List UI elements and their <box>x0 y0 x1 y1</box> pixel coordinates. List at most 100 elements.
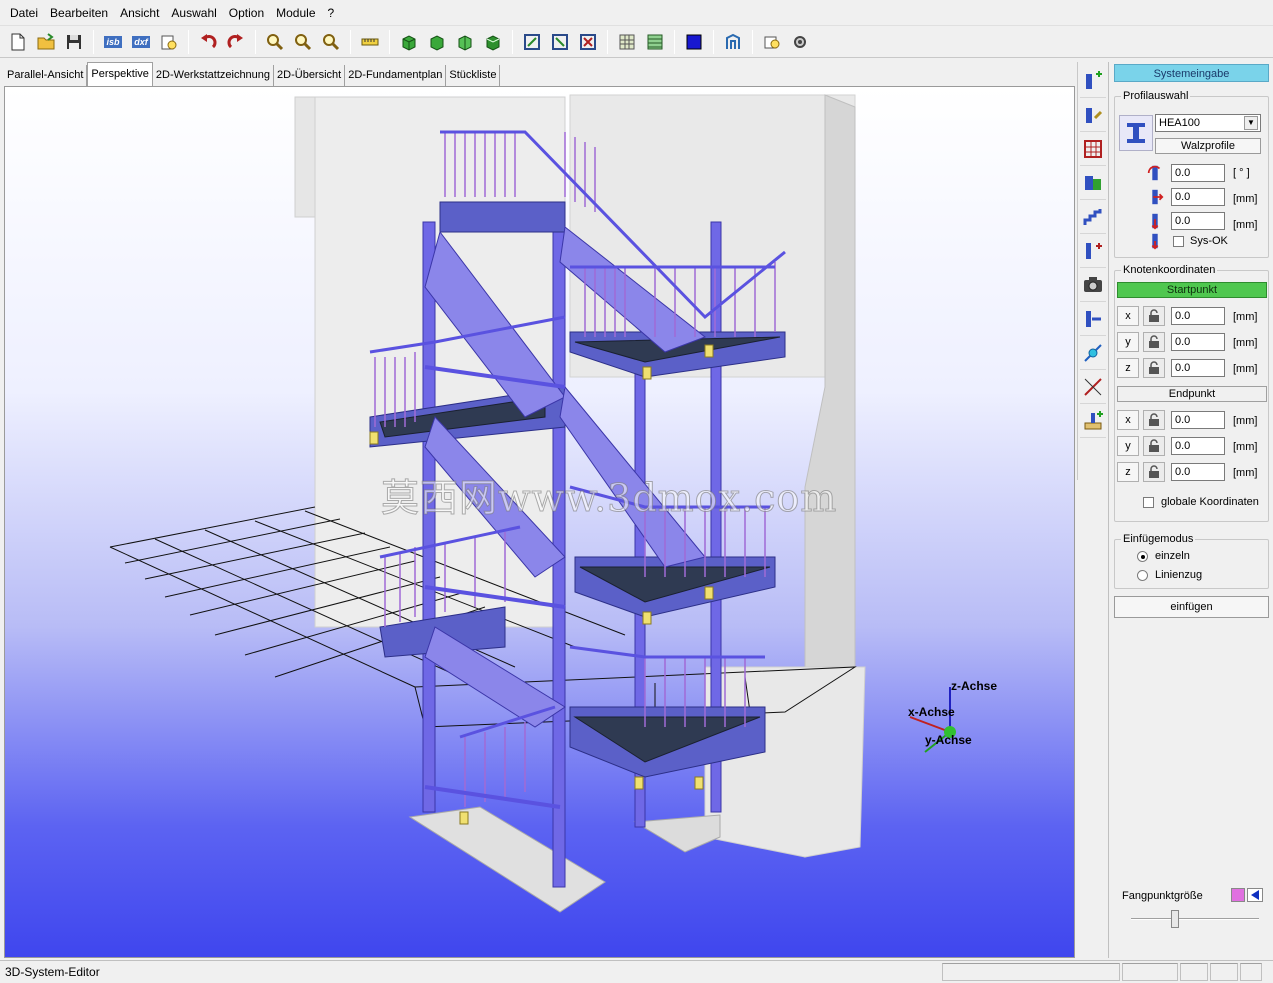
end-z-field[interactable]: 0.0 <box>1171 463 1225 481</box>
measure-button[interactable] <box>358 30 382 54</box>
open-file-button[interactable] <box>34 30 58 54</box>
grid-frame-button[interactable] <box>1079 132 1106 166</box>
lock-icon <box>1149 465 1159 478</box>
start-x-lock-button[interactable] <box>1143 306 1165 326</box>
global-coords-checkbox[interactable] <box>1143 497 1154 508</box>
insert-button[interactable]: einfügen <box>1114 596 1269 618</box>
startpoint-header[interactable]: Startpunkt <box>1117 282 1267 298</box>
view-side-button[interactable] <box>453 30 477 54</box>
new-file-button[interactable] <box>6 30 30 54</box>
chevron-down-icon[interactable]: ▼ <box>1244 116 1258 130</box>
start-z-field[interactable]: 0.0 <box>1171 359 1225 377</box>
add-column-button[interactable] <box>1079 234 1106 268</box>
select-frame-button[interactable] <box>520 30 544 54</box>
undo-button[interactable] <box>196 30 220 54</box>
insert-mode-chain-radio[interactable] <box>1137 570 1148 581</box>
grid-button[interactable] <box>615 30 639 54</box>
table-button[interactable] <box>643 30 667 54</box>
toolbar-separator <box>674 29 675 54</box>
tab-stueckliste[interactable]: Stückliste <box>446 65 501 86</box>
menu-datei[interactable]: Datei <box>4 0 44 26</box>
endpoint-header[interactable]: Endpunkt <box>1117 386 1267 402</box>
offset-z-field[interactable]: 0.0 <box>1171 212 1225 230</box>
camera-button[interactable] <box>1079 268 1106 302</box>
table-icon <box>647 34 663 49</box>
tab-2d-fundamentplan[interactable]: 2D-Fundamentplan <box>345 65 447 86</box>
insert-mode-single-radio[interactable] <box>1137 551 1148 562</box>
redo-button[interactable] <box>224 30 248 54</box>
status-text: 3D-System-Editor <box>5 965 100 979</box>
view-top-button[interactable] <box>481 30 505 54</box>
add-beam-button[interactable] <box>1079 64 1106 98</box>
align-button[interactable] <box>1079 302 1106 336</box>
start-x-unit: [mm] <box>1233 311 1258 323</box>
panel-header: Systemeingabe <box>1114 64 1269 82</box>
menu-option[interactable]: Option <box>223 0 270 26</box>
snap-color-button[interactable] <box>1247 888 1263 902</box>
structure-button[interactable] <box>721 30 745 54</box>
z-axis-label: z-Achse <box>951 679 998 693</box>
sys-ok-checkbox[interactable] <box>1173 236 1184 247</box>
profile-select-value: HEA100 <box>1159 117 1200 129</box>
offset-y-field[interactable]: 0.0 <box>1171 188 1225 206</box>
end-y-lock-button[interactable] <box>1143 436 1165 456</box>
start-y-axis: y <box>1117 332 1139 352</box>
menu-help[interactable]: ? <box>322 0 341 26</box>
zoom-fit-button[interactable] <box>319 30 343 54</box>
view-front-button[interactable] <box>425 30 449 54</box>
zoom-in-button[interactable] <box>263 30 287 54</box>
end-x-lock-button[interactable] <box>1143 410 1165 430</box>
end-x-field[interactable]: 0.0 <box>1171 411 1225 429</box>
zoom-out-button[interactable] <box>291 30 315 54</box>
print-preview-button[interactable] <box>157 30 181 54</box>
walzprofile-button[interactable]: Walzprofile <box>1155 138 1261 154</box>
snap-size-slider-thumb[interactable] <box>1170 910 1179 928</box>
tab-2d-werkstattzeichnung[interactable]: 2D-Werkstattzeichnung <box>152 65 275 86</box>
end-z-unit: [mm] <box>1233 467 1258 479</box>
menu-module[interactable]: Module <box>270 0 321 26</box>
toolbar-separator <box>188 29 189 54</box>
menu-auswahl[interactable]: Auswahl <box>165 0 222 26</box>
snap-node-icon <box>1083 343 1102 362</box>
grid-icon <box>619 34 635 49</box>
sys-ok-label: Sys-OK <box>1190 235 1228 247</box>
insert-mode-group: Einfügemodus <box>1114 533 1269 589</box>
stairs-button[interactable] <box>1079 200 1106 234</box>
foundation-button[interactable] <box>1079 404 1106 438</box>
start-y-field[interactable]: 0.0 <box>1171 333 1225 351</box>
cut-member-button[interactable] <box>1079 370 1106 404</box>
view-iso-button[interactable] <box>397 30 421 54</box>
snap-color-swatch[interactable] <box>1231 888 1245 902</box>
menu-bearbeiten[interactable]: Bearbeiten <box>44 0 114 26</box>
select-filter-button[interactable] <box>548 30 572 54</box>
end-y-field[interactable]: 0.0 <box>1171 437 1225 455</box>
rotation-unit: [ ° ] <box>1233 167 1250 179</box>
isb-export-button[interactable]: isb <box>101 30 125 54</box>
element-tools <box>1077 62 1107 480</box>
y-axis-label: y-Achse <box>925 733 972 747</box>
menu-ansicht[interactable]: Ansicht <box>114 0 165 26</box>
tab-perspektive[interactable]: Perspektive <box>87 62 153 86</box>
start-z-lock-button[interactable] <box>1143 358 1165 378</box>
tab-parallel-ansicht[interactable]: Parallel-Ansicht <box>4 65 88 86</box>
render-button[interactable] <box>760 30 784 54</box>
save-button[interactable] <box>62 30 86 54</box>
color-button[interactable] <box>682 30 706 54</box>
end-z-lock-button[interactable] <box>1143 462 1165 482</box>
rotation-icon <box>1145 163 1165 183</box>
start-y-lock-button[interactable] <box>1143 332 1165 352</box>
grid-frame-icon <box>1083 139 1102 158</box>
edit-beam-button[interactable] <box>1079 98 1106 132</box>
3d-viewport[interactable]: 莫西网www.3dmox.com z-Achse x-Achse y-Achse <box>4 86 1075 958</box>
settings-button[interactable] <box>788 30 812 54</box>
start-x-field[interactable]: 0.0 <box>1171 307 1225 325</box>
snap-size-slider-track[interactable] <box>1131 918 1259 920</box>
snap-node-button[interactable] <box>1079 336 1106 370</box>
profile-select[interactable]: HEA100 ▼ <box>1155 114 1261 132</box>
add-beam-icon <box>1085 70 1102 89</box>
deselect-button[interactable] <box>576 30 600 54</box>
tab-2d-uebersicht[interactable]: 2D-Übersicht <box>274 65 346 86</box>
rotation-field[interactable]: 0.0 <box>1171 164 1225 182</box>
dxf-export-button[interactable]: dxf <box>129 30 153 54</box>
copy-element-button[interactable] <box>1079 166 1106 200</box>
